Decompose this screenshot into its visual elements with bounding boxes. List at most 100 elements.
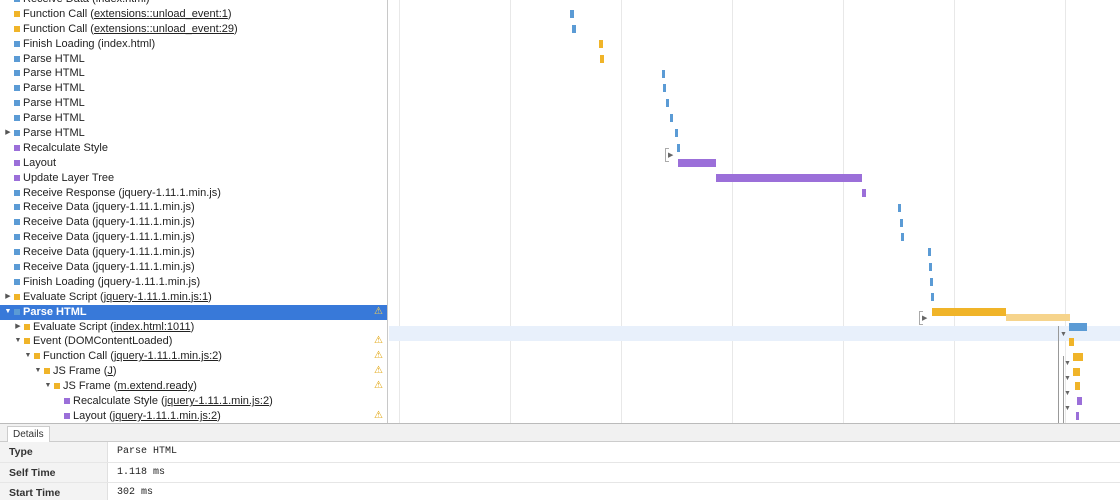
record-row[interactable]: Parse HTML — [0, 96, 387, 111]
timeline-bar[interactable] — [666, 99, 669, 108]
timeline-collapse-triangle-icon[interactable]: ▼ — [1064, 375, 1071, 383]
record-row[interactable]: ▶ Evaluate Script (index.html:1011) — [0, 320, 387, 335]
record-row[interactable]: ▼ JS Frame (J) ⚠ — [0, 364, 387, 379]
timeline-bar[interactable] — [1069, 322, 1087, 331]
record-row[interactable]: Function Call (extensions::unload_event:… — [0, 22, 387, 37]
record-row[interactable]: Update Layer Tree — [0, 171, 387, 186]
tab-details[interactable]: Details — [7, 426, 50, 442]
record-row[interactable]: Layout (jquery-1.11.1.min.js:2) ⚠ — [0, 409, 387, 423]
details-value: 1.118 ms — [117, 466, 166, 478]
collapse-triangle-icon[interactable]: ▼ — [13, 334, 23, 349]
record-row[interactable]: Function Call (extensions::unload_event:… — [0, 7, 387, 22]
warning-icon[interactable]: ⚠ — [374, 364, 383, 379]
timeline-bar[interactable] — [716, 173, 862, 182]
record-row[interactable]: Recalculate Style — [0, 141, 387, 156]
record-detail: index.html — [101, 37, 152, 50]
timeline-expand-triangle-icon[interactable]: ▶ — [668, 152, 673, 160]
record-row[interactable]: Recalculate Style (jquery-1.11.1.min.js:… — [0, 394, 387, 409]
record-source-link[interactable]: jquery-1.11.1.min.js:1 — [104, 291, 208, 303]
timeline-bar[interactable] — [1069, 337, 1074, 346]
record-row[interactable]: Parse HTML — [0, 111, 387, 126]
expand-triangle-icon[interactable]: ▶ — [3, 126, 13, 141]
record-row[interactable]: Receive Data (jquery-1.11.1.min.js) — [0, 215, 387, 230]
record-row[interactable]: ▶ Parse HTML — [0, 126, 387, 141]
timeline-bar[interactable] — [570, 9, 574, 18]
record-source-link[interactable]: m.extend.ready — [117, 380, 193, 392]
timeline-bar[interactable] — [663, 84, 666, 93]
timeline-bar[interactable] — [1073, 352, 1083, 361]
record-row[interactable]: Receive Response (jquery-1.11.1.min.js) — [0, 186, 387, 201]
collapse-triangle-icon[interactable]: ▼ — [33, 364, 43, 379]
timeline-collapse-triangle-icon[interactable]: ▼ — [1064, 360, 1071, 368]
details-tabbar: Details — [0, 424, 1120, 442]
record-row[interactable]: ▼ Event (DOMContentLoaded) ⚠ — [0, 334, 387, 349]
timeline-bar[interactable] — [932, 307, 1006, 316]
record-row[interactable]: Finish Loading (index.html) — [0, 37, 387, 52]
record-source-link[interactable]: extensions::unload_event:29 — [94, 23, 234, 35]
timeline-bar[interactable] — [1073, 367, 1080, 376]
timeline-expand-triangle-icon[interactable]: ▶ — [922, 315, 927, 323]
warning-icon[interactable]: ⚠ — [374, 409, 383, 423]
record-row[interactable]: Receive Data (jquery-1.11.1.min.js) — [0, 245, 387, 260]
timeline-bar[interactable] — [572, 24, 576, 33]
record-row[interactable]: Layout — [0, 156, 387, 171]
record-row[interactable]: ▼ Parse HTML ⚠ — [0, 304, 387, 320]
warning-icon[interactable]: ⚠ — [374, 349, 383, 364]
timeline-bar[interactable] — [928, 248, 931, 257]
record-source-link[interactable]: jquery-1.11.1.min.js:2 — [113, 410, 217, 422]
record-source-link[interactable]: index.html:1011 — [114, 321, 191, 333]
warning-icon[interactable]: ⚠ — [374, 334, 383, 349]
record-source-link[interactable]: extensions::unload_event:1 — [94, 8, 228, 20]
record-category-swatch — [14, 293, 20, 300]
record-type: Layout — [23, 156, 57, 169]
record-detail: jquery-1.11.1.min.js — [95, 231, 191, 244]
timeline-bar[interactable] — [1076, 412, 1079, 421]
record-type: Recalculate Style — [73, 395, 158, 408]
timeline-bar[interactable] — [599, 39, 603, 48]
timeline-bar[interactable] — [930, 278, 933, 287]
expand-triangle-icon[interactable]: ▶ — [13, 320, 23, 335]
timeline-bar[interactable] — [931, 293, 934, 301]
record-row[interactable]: Finish Loading (jquery-1.11.1.min.js) — [0, 275, 387, 290]
timeline-collapse-triangle-icon[interactable]: ▼ — [1064, 390, 1071, 398]
record-source-link[interactable]: jquery-1.11.1.min.js:2 — [165, 395, 269, 407]
record-row[interactable]: Receive Data (index.html) — [0, 0, 387, 7]
collapse-triangle-icon[interactable]: ▼ — [3, 305, 13, 320]
timeline-bar[interactable] — [1077, 397, 1082, 406]
record-row[interactable]: Receive Data (jquery-1.11.1.min.js) — [0, 230, 387, 245]
details-value: Parse HTML — [117, 446, 178, 457]
record-source-link[interactable]: J — [107, 365, 113, 377]
collapse-triangle-icon[interactable]: ▼ — [23, 349, 33, 364]
timeline-bar[interactable] — [600, 54, 604, 63]
timeline-bar[interactable] — [1075, 382, 1080, 391]
record-row[interactable]: Receive Data (jquery-1.11.1.min.js) — [0, 260, 387, 275]
timeline-bar[interactable] — [662, 69, 665, 78]
timeline-bar[interactable] — [929, 263, 932, 272]
timeline-bar[interactable] — [677, 144, 680, 152]
timeline-bar[interactable] — [670, 114, 673, 123]
record-row[interactable]: ▼ Function Call (jquery-1.11.1.min.js:2) ⚠ — [0, 349, 387, 364]
record-type: Finish Loading — [23, 37, 95, 50]
timeline-bar[interactable] — [900, 218, 903, 227]
warning-icon[interactable]: ⚠ — [374, 305, 383, 320]
timeline-chart[interactable]: ▶ ▶ ▼ ▼ ▼ ▼ ▼ — [389, 0, 1120, 423]
timeline-bar[interactable] — [862, 188, 866, 197]
records-tree[interactable]: Receive Data (index.html)Function Call (… — [0, 0, 388, 423]
timeline-gridline — [843, 0, 844, 423]
record-row[interactable]: Parse HTML — [0, 52, 387, 67]
record-row[interactable]: Parse HTML — [0, 66, 387, 81]
timeline-bar[interactable] — [678, 158, 716, 167]
expand-triangle-icon[interactable]: ▶ — [3, 290, 13, 305]
timeline-collapse-triangle-icon[interactable]: ▼ — [1060, 331, 1067, 339]
record-source-link[interactable]: jquery-1.11.1.min.js:2 — [114, 350, 218, 362]
record-row[interactable]: ▼ JS Frame (m.extend.ready) ⚠ — [0, 379, 387, 394]
collapse-triangle-icon[interactable]: ▼ — [43, 379, 53, 394]
timeline-collapse-triangle-icon[interactable]: ▼ — [1064, 405, 1071, 413]
timeline-bar[interactable] — [675, 129, 678, 138]
timeline-bar[interactable] — [898, 203, 901, 212]
timeline-bar[interactable] — [901, 233, 904, 242]
record-row[interactable]: Receive Data (jquery-1.11.1.min.js) — [0, 200, 387, 215]
warning-icon[interactable]: ⚠ — [374, 379, 383, 394]
record-row[interactable]: ▶ Evaluate Script (jquery-1.11.1.min.js:1… — [0, 290, 387, 305]
record-row[interactable]: Parse HTML — [0, 81, 387, 96]
